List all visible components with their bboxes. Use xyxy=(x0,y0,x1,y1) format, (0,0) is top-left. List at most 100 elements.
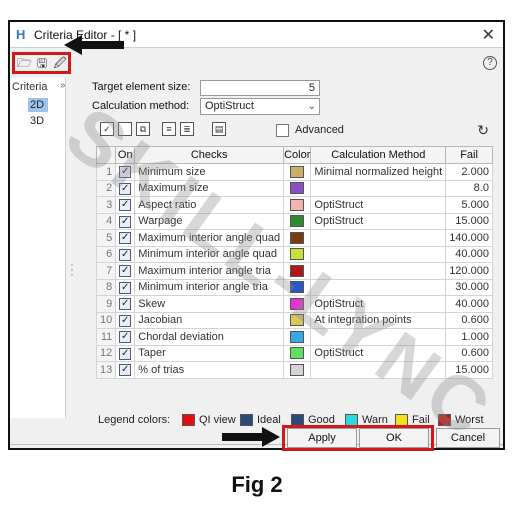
legend-item-ideal[interactable]: Ideal xyxy=(240,414,281,427)
target-size-input[interactable]: 5 xyxy=(200,80,320,96)
header-on[interactable]: On xyxy=(115,146,136,164)
checkmark-icon: ✓ xyxy=(119,314,132,327)
row-fail-value[interactable]: 120.000 xyxy=(445,262,493,280)
row-fail-value[interactable]: 30.000 xyxy=(445,278,493,296)
row-checkbox[interactable]: ✓ xyxy=(115,179,136,197)
row-fail-value[interactable]: 15.000 xyxy=(445,361,493,379)
open-folder-icon[interactable]: 🗁 xyxy=(17,56,32,70)
row-color-cell[interactable] xyxy=(283,311,312,329)
row-color-cell[interactable] xyxy=(283,328,312,346)
table-row[interactable]: 10 ✓ Jacobian At integration points 0.600 xyxy=(95,311,493,329)
collapse-icon[interactable]: » xyxy=(60,80,66,91)
row-calc-method[interactable]: OptiStruct xyxy=(310,212,447,230)
row-color-cell[interactable] xyxy=(283,212,312,230)
row-calc-method[interactable] xyxy=(310,262,447,280)
header-checks[interactable]: Checks xyxy=(134,146,285,164)
row-fail-value[interactable]: 0.600 xyxy=(445,344,493,362)
row-color-cell[interactable] xyxy=(283,262,312,280)
row-checkbox[interactable]: ✓ xyxy=(115,311,136,329)
help-icon[interactable]: ? xyxy=(483,56,497,70)
table-row[interactable]: 3 ✓ Aspect ratio OptiStruct 5.000 xyxy=(95,196,493,214)
row-color-cell[interactable] xyxy=(283,361,312,379)
row-calc-method[interactable] xyxy=(310,328,447,346)
header-color[interactable]: Color xyxy=(283,146,312,164)
row-calc-method[interactable] xyxy=(310,229,447,247)
row-fail-value[interactable]: 140.000 xyxy=(445,229,493,247)
table-row[interactable]: 5 ✓ Maximum interior angle quad 140.000 xyxy=(95,229,493,247)
row-fail-value[interactable]: 8.0 xyxy=(445,179,493,197)
row-checkbox[interactable]: ✓ xyxy=(115,278,136,296)
row-checkbox[interactable]: ✓ xyxy=(115,163,136,181)
refresh-icon[interactable]: ↻ xyxy=(477,122,489,139)
calculator-icon[interactable]: ▤ xyxy=(212,122,226,136)
row-calc-method[interactable]: OptiStruct xyxy=(310,295,447,313)
row-fail-value[interactable]: 2.000 xyxy=(445,163,493,181)
row-fail-value[interactable]: 0.600 xyxy=(445,311,493,329)
table-row[interactable]: 6 ✓ Minimum interior angle quad 40.000 xyxy=(95,245,493,263)
row-checkbox[interactable]: ✓ xyxy=(115,245,136,263)
row-checkbox[interactable]: ✓ xyxy=(115,361,136,379)
row-fail-value[interactable]: 1.000 xyxy=(445,328,493,346)
legend-item-qi-view[interactable]: QI view xyxy=(182,414,236,427)
advanced-checkbox[interactable] xyxy=(276,124,289,137)
table-row[interactable]: 8 ✓ Minimum interior angle tria 30.000 xyxy=(95,278,493,296)
row-checkbox[interactable]: ✓ xyxy=(115,196,136,214)
save-icon[interactable]: 🖫 xyxy=(35,56,49,70)
table-row[interactable]: 2 ✓ Maximum size 8.0 xyxy=(95,179,493,197)
table-row[interactable]: 9 ✓ Skew OptiStruct 40.000 xyxy=(95,295,493,313)
row-calc-method[interactable] xyxy=(310,278,447,296)
row-fail-value[interactable]: 15.000 xyxy=(445,212,493,230)
row-calc-method[interactable] xyxy=(310,179,447,197)
row-checkbox[interactable]: ✓ xyxy=(115,212,136,230)
panel-splitter[interactable]: · · · xyxy=(70,258,74,280)
row-color-cell[interactable] xyxy=(283,196,312,214)
collapse-rows-icon[interactable]: ≣ xyxy=(180,122,194,136)
row-color-cell[interactable] xyxy=(283,278,312,296)
row-checkbox[interactable]: ✓ xyxy=(115,344,136,362)
legend-item-worst[interactable]: Worst xyxy=(438,414,484,427)
row-color-cell[interactable] xyxy=(283,163,312,181)
table-row[interactable]: 4 ✓ Warpage OptiStruct 15.000 xyxy=(95,212,493,230)
row-calc-method[interactable] xyxy=(310,245,447,263)
row-fail-value[interactable]: 40.000 xyxy=(445,245,493,263)
table-row[interactable]: 1 ✓ Minimum size Minimal normalized height 2… xyxy=(95,163,493,181)
row-calc-method[interactable] xyxy=(310,361,447,379)
cancel-button[interactable]: Cancel xyxy=(436,428,500,448)
row-checkbox[interactable]: ✓ xyxy=(115,328,136,346)
header-fail[interactable]: Fail xyxy=(445,146,493,164)
criteria-item-2d[interactable]: 2D xyxy=(28,98,48,112)
checkmark-icon: ✓ xyxy=(119,215,132,228)
table-row[interactable]: 7 ✓ Maximum interior angle tria 120.000 xyxy=(95,262,493,280)
row-calc-method[interactable]: Minimal normalized height xyxy=(310,163,447,181)
row-color-cell[interactable] xyxy=(283,245,312,263)
expand-icon[interactable]: ≡ xyxy=(162,122,176,136)
row-calc-method[interactable]: At integration points xyxy=(310,311,447,329)
row-calc-method[interactable]: OptiStruct xyxy=(310,196,447,214)
color-swatch xyxy=(290,182,305,195)
close-icon[interactable]: ✕ xyxy=(482,25,495,45)
table-row[interactable]: 13 ✓% of trias 15.000 xyxy=(95,361,493,379)
table-row[interactable]: 12 ✓ Taper OptiStruct 0.600 xyxy=(95,344,493,362)
row-color-cell[interactable] xyxy=(283,179,312,197)
save-as-icon[interactable]: 🖉 xyxy=(53,56,67,70)
apply-button[interactable]: Apply xyxy=(287,428,357,448)
row-checkbox[interactable]: ✓ xyxy=(115,262,136,280)
check-all-icon[interactable]: ✓ xyxy=(100,122,114,136)
row-fail-value[interactable]: 40.000 xyxy=(445,295,493,313)
row-checkbox[interactable]: ✓ xyxy=(115,295,136,313)
row-checkbox[interactable]: ✓ xyxy=(115,229,136,247)
row-index: 9 xyxy=(95,295,117,313)
row-color-cell[interactable] xyxy=(283,344,312,362)
legend-swatch xyxy=(240,414,253,427)
uncheck-all-icon[interactable] xyxy=(118,122,132,136)
calc-method-select[interactable]: OptiStruct ⌄ xyxy=(200,98,320,115)
row-color-cell[interactable] xyxy=(283,295,312,313)
criteria-item-3d[interactable]: 3D xyxy=(28,114,48,128)
ok-button[interactable]: OK xyxy=(359,428,429,448)
row-color-cell[interactable] xyxy=(283,229,312,247)
row-fail-value[interactable]: 5.000 xyxy=(445,196,493,214)
row-calc-method[interactable]: OptiStruct xyxy=(310,344,447,362)
header-calc-method[interactable]: Calculation Method xyxy=(310,146,447,164)
table-row[interactable]: 11 ✓ Chordal deviation 1.000 xyxy=(95,328,493,346)
copy-icon[interactable]: ⧉ xyxy=(136,122,150,136)
